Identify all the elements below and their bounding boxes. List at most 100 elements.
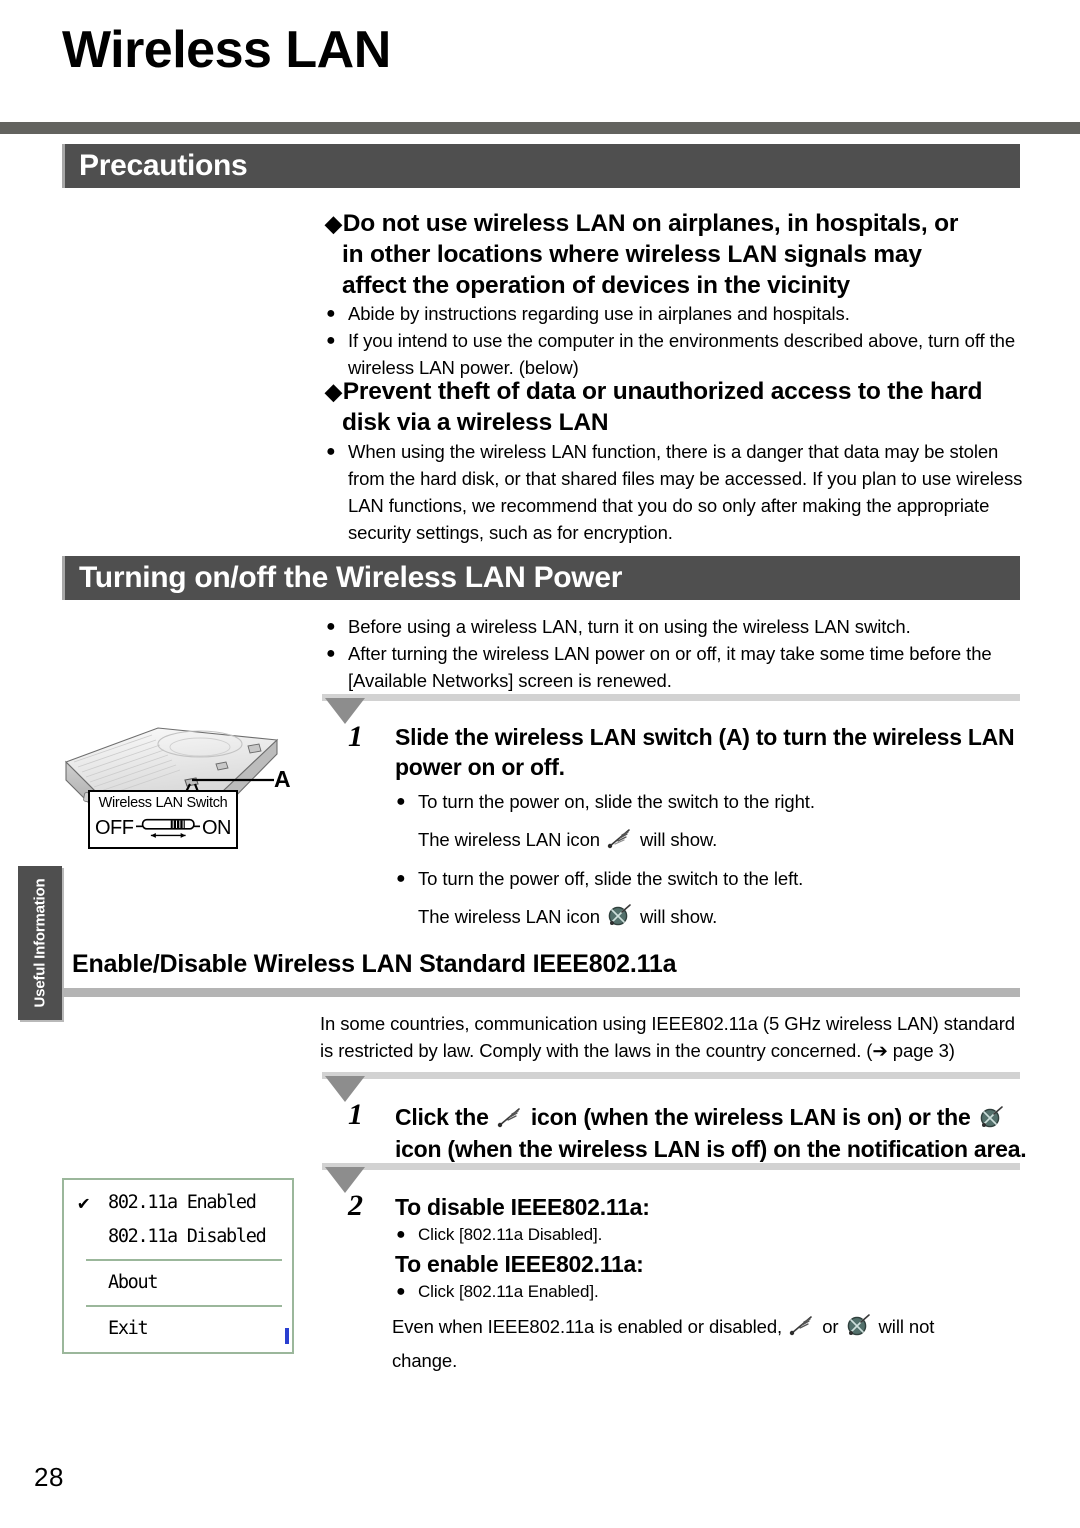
- wireless-lan-off-icon: [605, 902, 635, 928]
- bullet-icon: ●: [396, 793, 406, 810]
- precaution-1-bullet-2-text: If you intend to use the computer in the…: [348, 330, 1016, 378]
- enable-disable-intro-line-1: In some countries, communication using I…: [320, 1013, 1015, 1034]
- section-header-turning-power-label: Turning on/off the Wireless LAN Power: [79, 561, 623, 594]
- wireless-lan-on-icon: [605, 825, 635, 851]
- precaution-2-bullet-1-text: When using the wireless LAN function, th…: [348, 441, 1023, 543]
- menu-item-exit[interactable]: Exit: [64, 1312, 292, 1346]
- switch-off-label: OFF: [95, 816, 134, 839]
- step1-body: ● To turn the power on, slide the switch…: [392, 788, 1022, 934]
- side-tab-label: Useful Information: [31, 878, 49, 1008]
- bullet-icon: ●: [396, 1226, 406, 1243]
- precaution-2-heading-line-2: disk via a wireless LAN: [342, 409, 609, 436]
- switch-on-label: ON: [202, 816, 232, 839]
- step-divider: [322, 694, 1020, 701]
- list-item: ● To turn the power off, slide the switc…: [392, 865, 1022, 892]
- step1-note-on: The wireless LAN icon will show.: [392, 823, 1022, 857]
- step1-bullet-on-text: To turn the power on, slide the switch t…: [418, 791, 815, 812]
- step1-note-on-suffix: will show.: [640, 829, 718, 850]
- ed-step1-line1-suffix: icon (when the wireless LAN is on) or th…: [530, 1104, 971, 1130]
- ed-step2-enable-bullet: ● Click [802.11a Enabled].: [392, 1280, 1024, 1304]
- wireless-lan-switch-callout-title: Wireless LAN Switch: [98, 795, 228, 811]
- list-item: ● Click [802.11a Disabled].: [392, 1223, 1024, 1247]
- section-header-precautions: Precautions: [62, 144, 1020, 188]
- precaution-1-heading-line-2: in other locations where wireless LAN si…: [342, 241, 922, 268]
- list-item: ● When using the wireless LAN function, …: [322, 438, 1027, 546]
- menu-edge-marker: [285, 1328, 289, 1344]
- ed-step2-enable-bullet-text: Click [802.11a Enabled].: [418, 1282, 599, 1301]
- menu-item-about-label: About: [108, 1272, 159, 1293]
- diamond-icon: ◆: [325, 379, 342, 404]
- step1-title: Slide the wireless LAN switch (A) to tur…: [395, 722, 1025, 782]
- ed-step2-note: Even when IEEE802.11a is enabled or disa…: [392, 1310, 1032, 1378]
- menu-item-802-11a-disabled[interactable]: 802.11a Disabled: [64, 1220, 292, 1254]
- precaution-1-bullets: ● Abide by instructions regarding use in…: [322, 300, 1022, 381]
- bullet-icon: ●: [326, 645, 336, 662]
- precaution-1-bullet-1-text: Abide by instructions regarding use in a…: [348, 303, 850, 324]
- bullet-icon: ●: [396, 1283, 406, 1300]
- ed-step2-disable-bullet: ● Click [802.11a Disabled].: [392, 1223, 1024, 1247]
- ed-step1-line-2: icon (when the wireless LAN is off) on t…: [395, 1136, 1027, 1162]
- menu-item-802-11a-disabled-label: 802.11a Disabled: [108, 1226, 267, 1247]
- wireless-lan-off-icon: [977, 1104, 1007, 1130]
- ed-step2-enable-title: To enable IEEE802.11a:: [395, 1251, 644, 1277]
- ed-step1-title: Click the icon (when the wireless LAN is…: [395, 1100, 1027, 1164]
- bullet-icon: ●: [326, 618, 336, 635]
- bullet-icon: ●: [326, 305, 336, 322]
- wireless-lan-switch-callout: Wireless LAN Switch OFF ON: [88, 790, 238, 849]
- ed-step2-disable-title: To disable IEEE802.11a:: [395, 1194, 650, 1220]
- menu-separator: [86, 1259, 282, 1261]
- title-divider: [0, 122, 1080, 134]
- diamond-icon: ◆: [325, 211, 342, 236]
- step1-note-on-prefix: The wireless LAN icon: [418, 829, 600, 850]
- list-item: ● Click [802.11a Enabled].: [392, 1280, 1024, 1304]
- menu-separator: [86, 1305, 282, 1307]
- side-tab-useful-information: Useful Information: [18, 866, 62, 1020]
- step-number: 2: [348, 1189, 363, 1222]
- step1-note-off-suffix: will show.: [640, 906, 718, 927]
- step1-note-off-prefix: The wireless LAN icon: [418, 906, 600, 927]
- bullet-icon: ●: [396, 870, 406, 887]
- bullet-icon: ●: [326, 443, 336, 460]
- menu-item-802-11a-enabled-label: 802.11a Enabled: [108, 1192, 257, 1213]
- bullet-icon: ●: [326, 332, 336, 349]
- callout-letter-a: A: [274, 766, 291, 792]
- list-item: ● If you intend to use the computer in t…: [322, 327, 1022, 381]
- section-header-precautions-label: Precautions: [79, 149, 248, 182]
- ed-step2-note-line-1: Even when IEEE802.11a is enabled or disa…: [392, 1310, 1032, 1344]
- step-number: 1: [348, 720, 363, 753]
- menu-item-about[interactable]: About: [64, 1266, 292, 1300]
- ed-step2-note-prefix: Even when IEEE802.11a is enabled or disa…: [392, 1316, 783, 1337]
- page-number: 28: [34, 1462, 64, 1492]
- step-number: 1: [348, 1098, 363, 1131]
- subsection-heading-enable-disable: Enable/Disable Wireless LAN Standard IEE…: [72, 950, 677, 978]
- step1-note-off: The wireless LAN icon will show.: [392, 900, 1022, 934]
- wireless-lan-on-icon: [787, 1312, 817, 1338]
- step1-title-line-1: Slide the wireless LAN switch (A) to tur…: [395, 724, 1015, 750]
- checkmark-icon: ✔: [78, 1192, 89, 1214]
- precaution-1-heading: ◆Do not use wireless LAN on airplanes, i…: [325, 208, 1015, 301]
- precaution-1-heading-line-3: affect the operation of devices in the v…: [342, 272, 850, 299]
- ed-step2-note-suffix: will not: [878, 1316, 935, 1337]
- list-item: ● Before using a wireless LAN, turn it o…: [322, 613, 1022, 640]
- precaution-2-heading-line-1: Prevent theft of data or unauthorized ac…: [342, 378, 983, 405]
- context-menu-screenshot[interactable]: ✔ 802.11a Enabled 802.11a Disabled About…: [62, 1178, 294, 1354]
- page-title: Wireless LAN: [62, 21, 391, 79]
- ed-step2-disable-bullet-text: Click [802.11a Disabled].: [418, 1225, 603, 1244]
- turning-power-intro-bullets: ● Before using a wireless LAN, turn it o…: [322, 613, 1022, 694]
- ed-step2-note-or: or: [822, 1316, 839, 1337]
- step1-title-line-2: power on or off.: [395, 754, 565, 780]
- precaution-2-bullets: ● When using the wireless LAN function, …: [322, 438, 1027, 546]
- menu-item-802-11a-enabled[interactable]: ✔ 802.11a Enabled: [64, 1186, 292, 1220]
- list-item: ● Abide by instructions regarding use in…: [322, 300, 1022, 327]
- menu-item-exit-label: Exit: [108, 1318, 149, 1339]
- ed-step2-note-line-2: change.: [392, 1350, 458, 1371]
- switch-graphic: OFF ON: [95, 813, 232, 843]
- precaution-1-heading-line-1: Do not use wireless LAN on airplanes, in…: [342, 210, 959, 237]
- ed-step1-line-1: Click the icon (when the wireless LAN is…: [395, 1100, 1027, 1134]
- ed-step1-line1-prefix: Click the: [395, 1104, 489, 1130]
- section-header-turning-power: Turning on/off the Wireless LAN Power: [62, 556, 1020, 600]
- turning-intro-bullet-2-text: After turning the wireless LAN power on …: [348, 643, 992, 691]
- precaution-2-heading: ◆Prevent theft of data or unauthorized a…: [325, 376, 1015, 438]
- turning-intro-bullet-1-text: Before using a wireless LAN, turn it on …: [348, 616, 911, 637]
- wireless-lan-on-icon: [495, 1104, 525, 1130]
